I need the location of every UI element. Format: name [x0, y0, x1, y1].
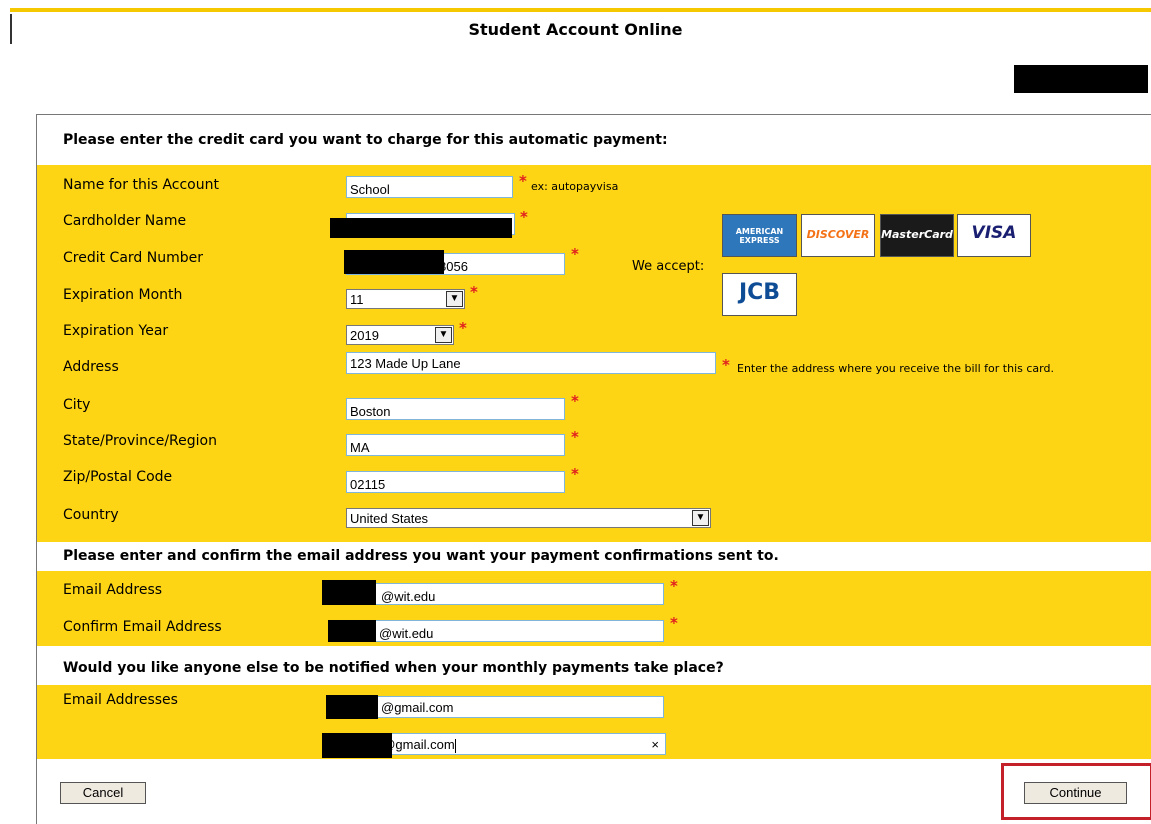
- discover-logo-icon: DISCOVER: [801, 214, 875, 257]
- jcb-logo-icon: JCB: [722, 273, 797, 316]
- we-accept-label: We accept:: [632, 259, 705, 274]
- text-cursor: [454, 738, 456, 753]
- amex-logo-icon: AMERICAN EXPRESS: [722, 214, 797, 257]
- exp-month-select[interactable]: 11 ▼: [346, 289, 465, 309]
- redacted-cardholder: [330, 218, 512, 238]
- confirm-email-label: Confirm Email Address: [63, 619, 222, 635]
- state-input[interactable]: MA: [346, 434, 565, 456]
- chevron-down-icon[interactable]: ▼: [435, 327, 452, 343]
- confirm-email-input[interactable]: @wit.edu: [330, 620, 664, 642]
- state-label: State/Province/Region: [63, 433, 217, 449]
- page-title: Student Account Online: [468, 20, 683, 39]
- notify-email-input-1[interactable]: @gmail.com: [328, 696, 664, 718]
- redacted-email: [322, 580, 376, 605]
- exp-year-value: 2019: [350, 328, 379, 343]
- chevron-down-icon[interactable]: ▼: [692, 510, 709, 526]
- redacted-user-info: [1014, 65, 1148, 93]
- required-mark: *: [670, 614, 678, 632]
- country-label: Country: [63, 507, 119, 523]
- chevron-down-icon[interactable]: ▼: [446, 291, 463, 307]
- exp-year-select[interactable]: 2019 ▼: [346, 325, 454, 345]
- account-name-input[interactable]: School: [346, 176, 513, 198]
- required-mark: *: [520, 208, 528, 226]
- city-label: City: [63, 397, 91, 413]
- notify-emails-label: Email Addresses: [63, 692, 178, 708]
- redacted-notify-email-1: [326, 695, 378, 719]
- required-mark: *: [571, 392, 579, 410]
- redacted-notify-email-2: [322, 733, 392, 758]
- card-section-heading: Please enter the credit card you want to…: [63, 132, 668, 148]
- notify-section-heading: Would you like anyone else to be notifie…: [63, 660, 724, 676]
- exp-month-label: Expiration Month: [63, 287, 183, 303]
- exp-month-value: 11: [350, 292, 364, 307]
- account-name-hint: ex: autopayvisa: [531, 180, 619, 193]
- required-mark: *: [571, 428, 579, 446]
- address-input[interactable]: 123 Made Up Lane: [346, 352, 716, 374]
- required-mark: *: [571, 465, 579, 483]
- mastercard-logo-icon: MasterCard: [880, 214, 954, 257]
- city-input[interactable]: Boston: [346, 398, 565, 420]
- card-number-label: Credit Card Number: [63, 250, 203, 266]
- country-value: United States: [350, 511, 429, 526]
- email-section-heading: Please enter and confirm the email addre…: [63, 548, 779, 564]
- zip-label: Zip/Postal Code: [63, 469, 173, 485]
- clear-icon[interactable]: ×: [651, 737, 659, 752]
- top-rule: [10, 8, 1151, 12]
- required-mark: *: [470, 283, 478, 301]
- required-mark: *: [459, 319, 467, 337]
- redacted-confirm-email: [328, 620, 376, 642]
- redacted-card-number: [344, 250, 444, 274]
- zip-input[interactable]: 02115: [346, 471, 565, 493]
- country-select[interactable]: United States ▼: [346, 508, 711, 528]
- cancel-button[interactable]: Cancel: [60, 782, 146, 804]
- exp-year-label: Expiration Year: [63, 323, 169, 339]
- continue-highlight-box: [1001, 763, 1151, 820]
- required-mark: *: [519, 172, 527, 190]
- address-label: Address: [63, 359, 119, 375]
- account-name-label: Name for this Account: [63, 177, 219, 193]
- email-label: Email Address: [63, 582, 163, 598]
- required-mark: *: [571, 245, 579, 263]
- visa-logo-icon: VISA: [957, 214, 1031, 257]
- required-mark: *: [722, 356, 730, 374]
- cardholder-label: Cardholder Name: [63, 213, 187, 229]
- required-mark: *: [670, 577, 678, 595]
- address-hint: Enter the address where you receive the …: [737, 362, 1054, 375]
